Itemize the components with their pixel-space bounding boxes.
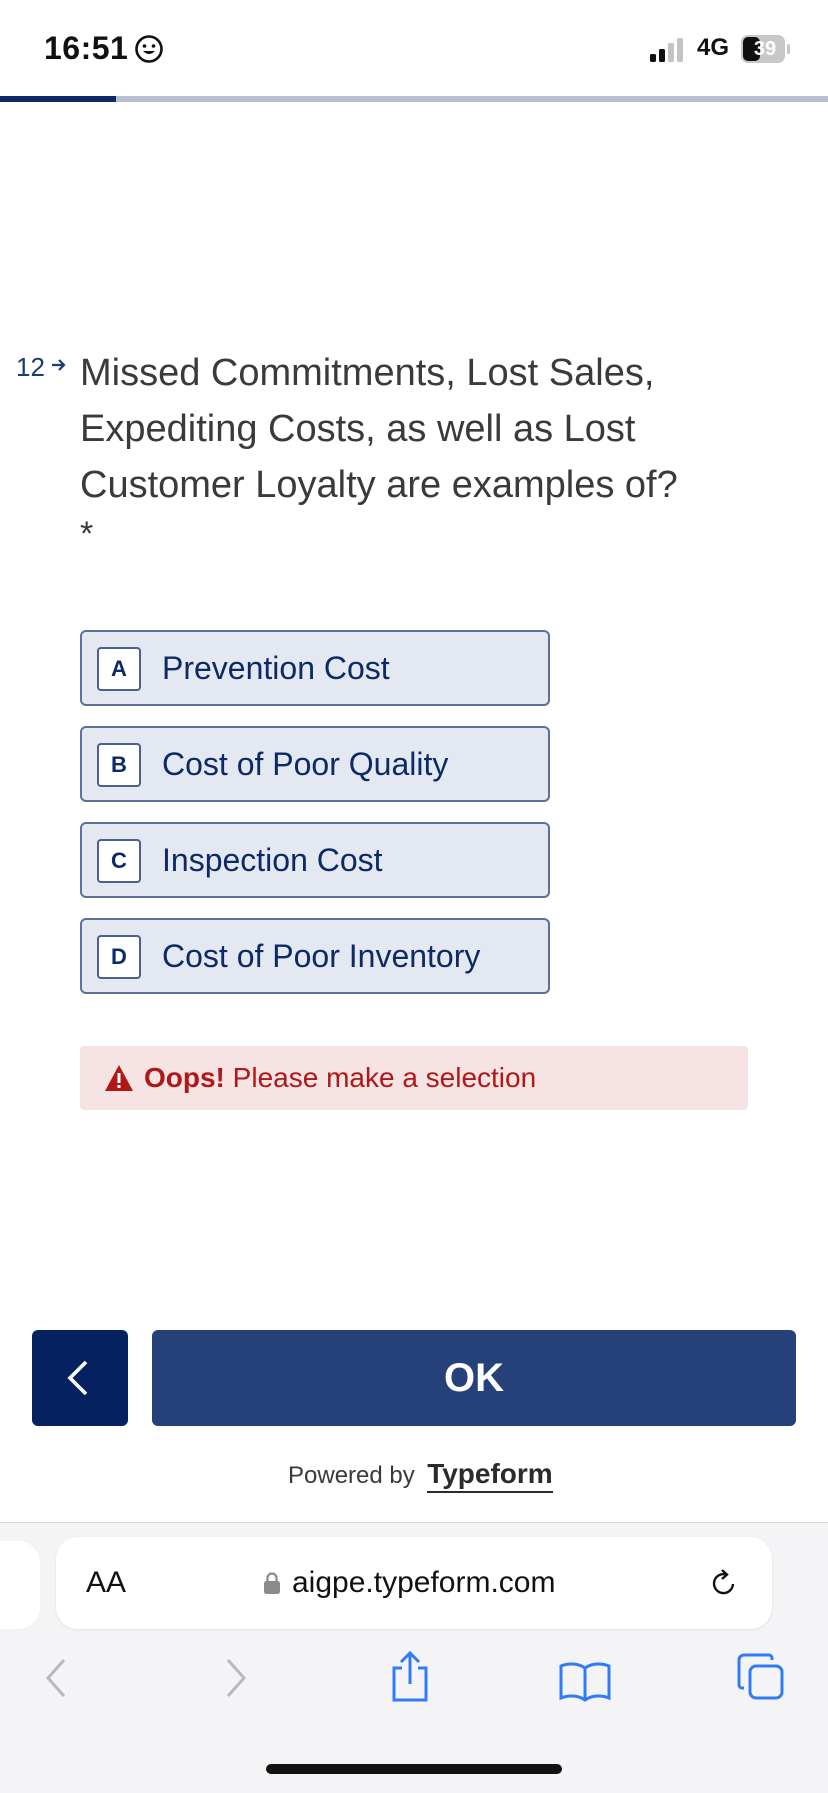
choice-label: Cost of Poor Quality — [162, 746, 449, 782]
browser-back-icon[interactable] — [44, 1656, 68, 1700]
error-message-box: Oops! Please make a selection — [80, 1046, 748, 1110]
error-message: Please make a selection — [232, 1062, 537, 1093]
powered-by-text: Powered by — [288, 1462, 415, 1489]
reader-options-button[interactable]: AA — [86, 1537, 126, 1629]
battery-icon: 39 — [740, 34, 792, 64]
choice-d[interactable]: D Cost of Poor Inventory — [80, 918, 550, 994]
error-title: Oops! — [144, 1062, 225, 1093]
previous-tab-stub[interactable] — [0, 1541, 40, 1629]
chevron-left-icon — [67, 1360, 88, 1396]
choice-label: Prevention Cost — [162, 650, 390, 686]
home-indicator — [266, 1764, 562, 1774]
smiley-icon — [135, 35, 163, 63]
required-mark: * — [80, 515, 94, 553]
progress-track — [0, 96, 828, 102]
address-bar[interactable]: AA aigpe.typeform.com — [56, 1537, 772, 1629]
ok-button[interactable]: OK — [152, 1330, 796, 1426]
share-icon[interactable] — [388, 1650, 432, 1704]
back-button[interactable] — [32, 1330, 128, 1426]
choice-label: Cost of Poor Inventory — [162, 938, 481, 974]
reload-icon[interactable] — [708, 1567, 740, 1599]
arrow-right-icon — [52, 359, 66, 371]
question-text: Missed Commitments, Lost Sales, Expediti… — [80, 352, 678, 506]
choice-key: D — [97, 935, 141, 979]
bookmarks-icon[interactable] — [558, 1660, 612, 1702]
battery-level: 39 — [753, 38, 777, 60]
choice-a[interactable]: A Prevention Cost — [80, 630, 550, 706]
error-text: Oops! Please make a selection — [144, 1046, 536, 1110]
powered-by-typeform-link[interactable]: Powered by Typeform — [288, 1458, 553, 1494]
choice-c[interactable]: C Inspection Cost — [80, 822, 550, 898]
choice-key: A — [97, 647, 141, 691]
choice-key: B — [97, 743, 141, 787]
choice-key: C — [97, 839, 141, 883]
tabs-icon[interactable] — [736, 1652, 786, 1702]
lock-icon — [264, 1572, 280, 1594]
choice-label: Inspection Cost — [162, 842, 383, 878]
progress-bar-fill — [0, 96, 116, 102]
browser-forward-icon[interactable] — [224, 1656, 248, 1700]
url-text: aigpe.typeform.com — [292, 1566, 556, 1599]
warning-icon — [105, 1065, 133, 1091]
typeform-brand: Typeform — [427, 1458, 553, 1493]
question-number: 12 — [16, 352, 45, 382]
network-type: 4G — [697, 34, 730, 61]
status-time: 16:51 — [44, 30, 129, 66]
choice-b[interactable]: B Cost of Poor Quality — [80, 726, 550, 802]
cellular-signal-icon — [650, 38, 683, 62]
